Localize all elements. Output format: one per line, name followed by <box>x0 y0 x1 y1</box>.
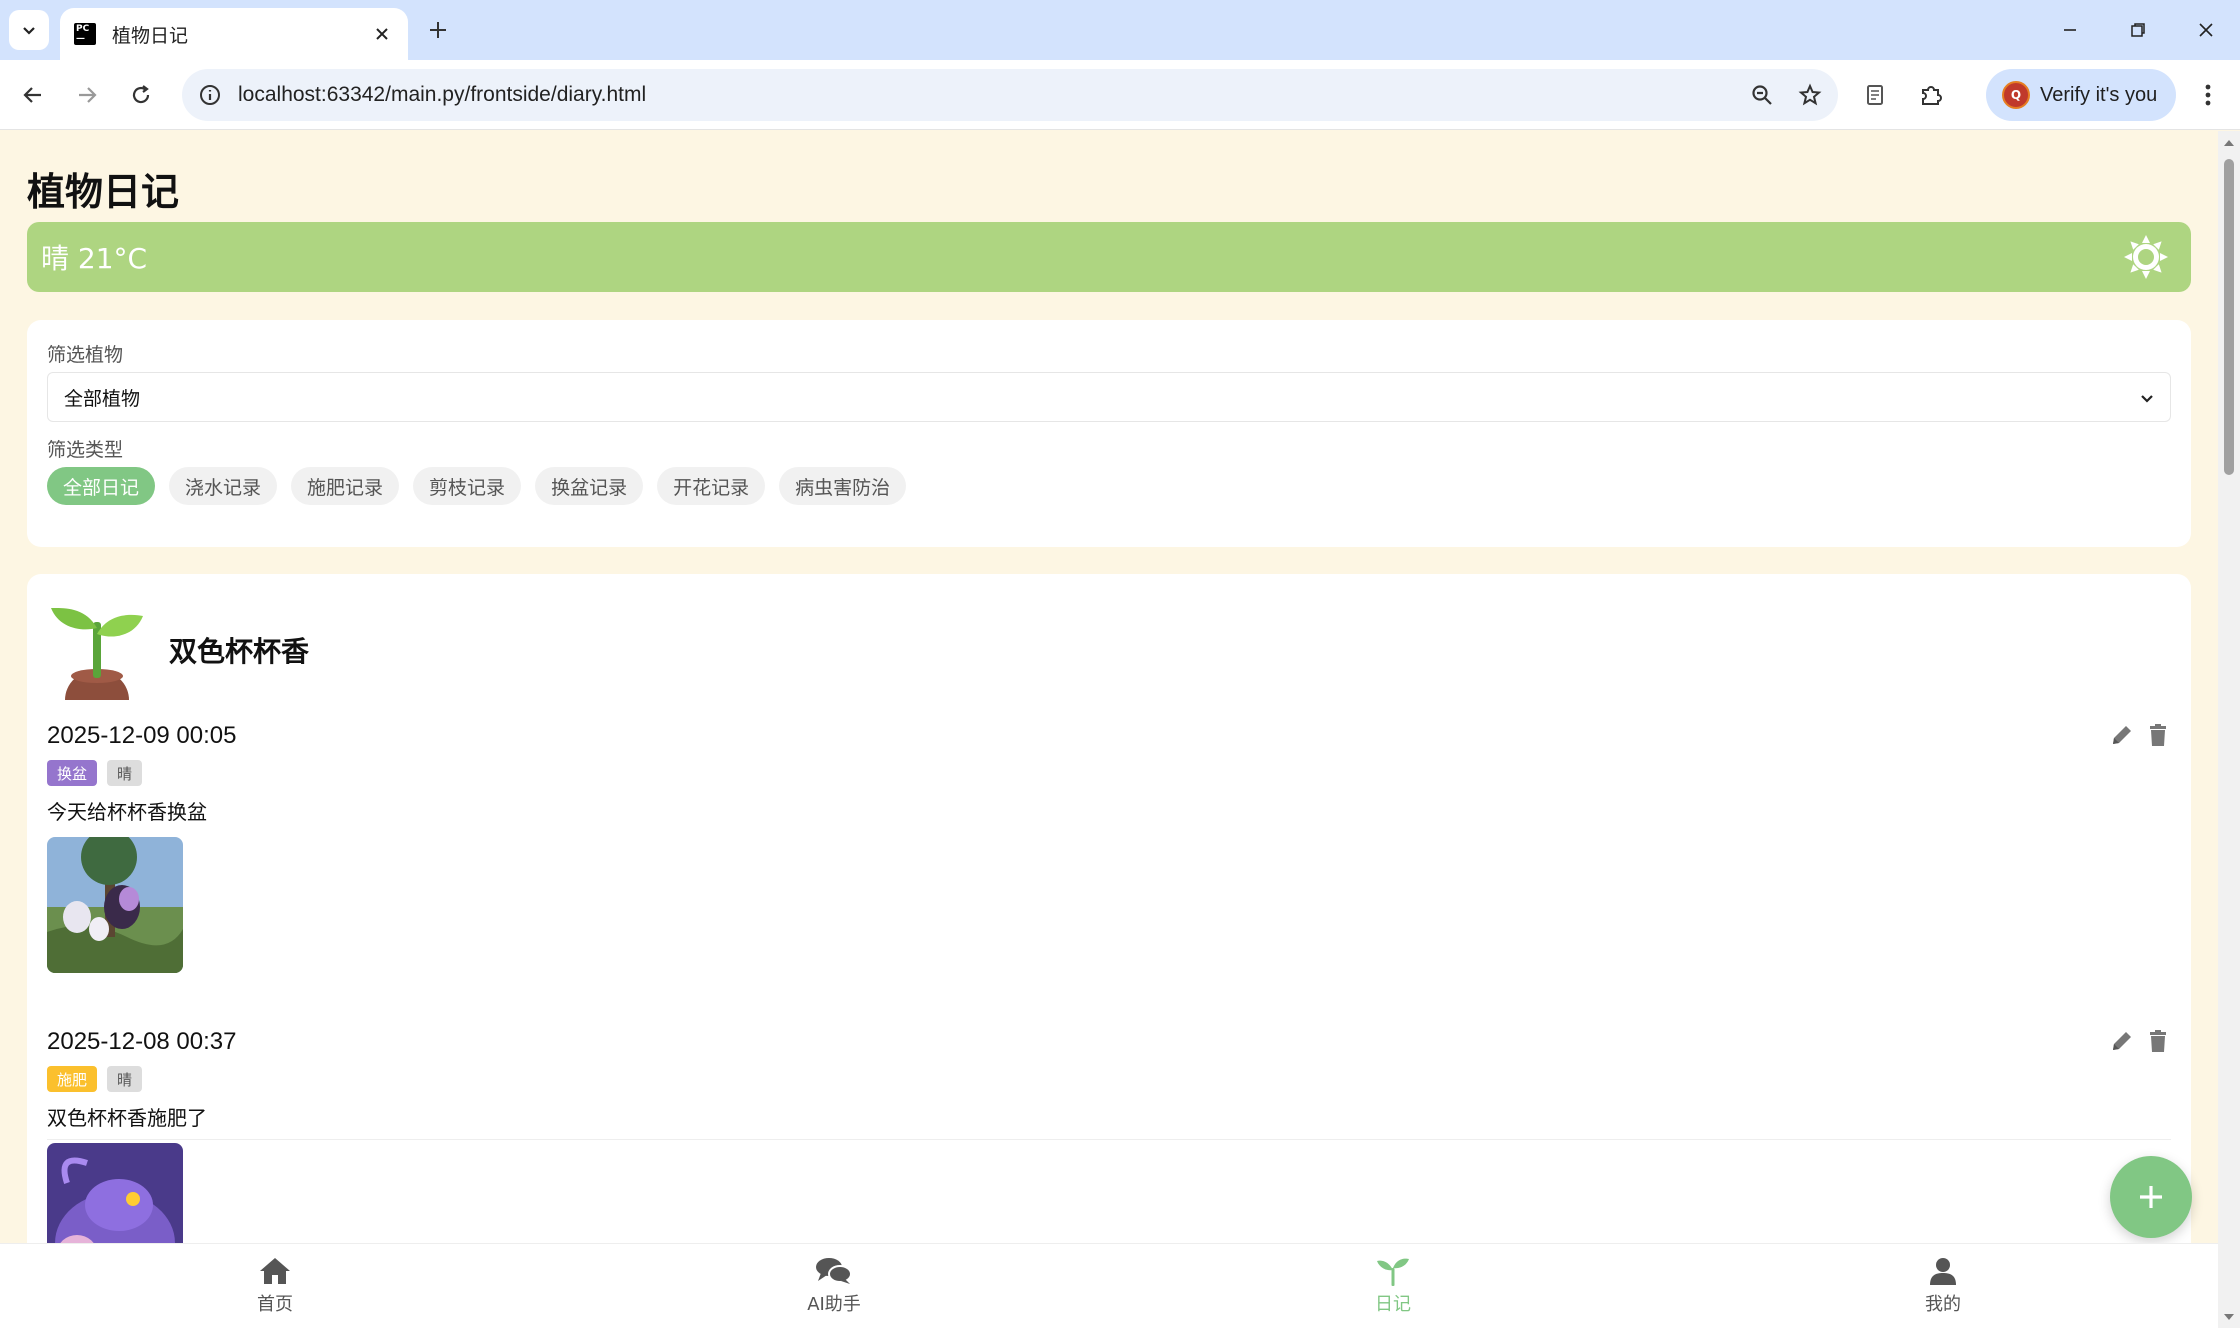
nav-profile[interactable]: 我的 <box>1883 1256 2003 1316</box>
entry-actions <box>2109 1028 2171 1054</box>
plant-avatar-sprout-icon <box>51 607 143 700</box>
chat-icon <box>816 1258 852 1284</box>
restore-button[interactable] <box>2118 12 2158 48</box>
browser-menu-button[interactable] <box>2192 74 2224 116</box>
diary-entry: 2025-12-08 00:37 施肥 晴 双色杯杯香施肥了 <box>47 1028 2171 1279</box>
scroll-up-arrow-icon[interactable] <box>2223 137 2235 149</box>
minimize-icon <box>2064 29 2076 31</box>
entry-date: 2025-12-08 00:37 <box>47 1028 237 1055</box>
tab-close-button[interactable] <box>370 22 394 46</box>
verify-profile-button[interactable]: Q Verify it's you <box>1986 69 2176 121</box>
chip-watering[interactable]: 浇水记录 <box>169 467 278 505</box>
chevron-down-icon <box>2141 395 2153 403</box>
zoom-icon[interactable] <box>1742 75 1782 115</box>
scroll-thumb[interactable] <box>2224 159 2234 475</box>
puzzle-icon <box>1922 86 1942 105</box>
browser-toolbar: localhost:63342/main.py/frontside/diary.… <box>0 60 2240 130</box>
filter-card: 筛选植物 全部植物 筛选类型 全部日记 浇水记录 施肥记录 剪枝记录 换盆记录 … <box>27 320 2191 547</box>
edit-pencil-icon[interactable] <box>2109 1028 2135 1054</box>
chip-pruning[interactable]: 剪枝记录 <box>413 467 522 505</box>
plant-name: 双色杯杯香 <box>169 635 310 668</box>
chip-repotting[interactable]: 换盆记录 <box>535 467 644 505</box>
url-text[interactable]: localhost:63342/main.py/frontside/diary.… <box>238 83 1742 107</box>
chip-all[interactable]: 全部日记 <box>47 467 156 505</box>
nav-home[interactable]: 首页 <box>215 1256 335 1316</box>
scroll-down-arrow-icon[interactable] <box>2223 1311 2235 1323</box>
browser-tab[interactable]: PC — 植物日记 <box>60 8 408 60</box>
page-content: 植物日记 晴 21°C 筛选植物 全部植物 筛选类型 全部日记 浇水记录 施肥记… <box>0 131 2218 1328</box>
entry-content: 双色杯杯香施肥了 <box>47 1106 207 1130</box>
delete-trash-icon[interactable] <box>2145 1028 2171 1054</box>
entry-content: 今天给杯杯香换盆 <box>47 800 207 824</box>
nav-label: 首页 <box>257 1294 293 1315</box>
minimize-button[interactable] <box>2050 12 2090 48</box>
arrow-right-icon <box>79 87 97 103</box>
tab-search-button[interactable] <box>9 10 49 50</box>
plant-select-value: 全部植物 <box>64 387 141 410</box>
reload-icon <box>132 85 150 104</box>
edit-pencil-icon[interactable] <box>2109 722 2135 748</box>
document-icon <box>1867 85 1883 105</box>
home-icon <box>260 1258 290 1284</box>
add-diary-button[interactable] <box>2110 1156 2192 1238</box>
user-icon <box>1930 1258 1956 1285</box>
entry-type-tag: 施肥 <box>47 1066 98 1092</box>
nav-ai-assistant[interactable]: AI助手 <box>774 1256 894 1316</box>
type-filter-chips: 全部日记 浇水记录 施肥记录 剪枝记录 换盆记录 开花记录 病虫害防治 <box>47 467 907 505</box>
entry-weather-tag: 晴 <box>107 1066 143 1092</box>
chip-fertilizing[interactable]: 施肥记录 <box>291 467 400 505</box>
sun-icon <box>2124 235 2168 279</box>
browser-tabbar: PC — 植物日记 <box>0 0 2240 60</box>
entry-type-tag: 换盆 <box>47 760 98 786</box>
chip-flowering[interactable]: 开花记录 <box>657 467 766 505</box>
verify-label: Verify it's you <box>2040 83 2158 106</box>
arrow-left-icon <box>23 87 41 103</box>
diary-entry: 2025-12-09 00:05 换盆 晴 今天给杯杯香换盆 <box>47 722 2171 973</box>
type-filter-label: 筛选类型 <box>47 439 124 461</box>
plant-header: 双色杯杯香 <box>47 600 309 700</box>
chip-pest-control[interactable]: 病虫害防治 <box>779 467 907 505</box>
forward-button[interactable] <box>66 74 108 116</box>
reading-mode-button[interactable] <box>1854 74 1896 116</box>
weather-bar: 晴 21°C <box>27 222 2191 292</box>
sprout-icon <box>1377 1258 1409 1286</box>
more-vertical-icon <box>2205 84 2211 106</box>
nav-label: 我的 <box>1925 1294 1961 1315</box>
plus-icon <box>430 22 446 38</box>
profile-avatar: Q <box>2002 81 2030 109</box>
extensions-button[interactable] <box>1910 74 1952 116</box>
address-bar[interactable]: localhost:63342/main.py/frontside/diary.… <box>182 69 1838 121</box>
plant-diary-card: 双色杯杯香 2025-12-09 00:05 换盆 晴 今天给杯杯香换盆 202… <box>27 574 2191 1328</box>
bottom-nav: 首页 AI助手 日记 我的 <box>0 1243 2218 1328</box>
nav-label: AI助手 <box>807 1294 861 1315</box>
page-title: 植物日记 <box>27 170 180 214</box>
restore-icon <box>2131 23 2145 37</box>
plant-select[interactable]: 全部植物 <box>47 372 2171 422</box>
close-icon <box>376 28 388 40</box>
nav-label: 日记 <box>1375 1294 1411 1315</box>
window-close-button[interactable] <box>2186 12 2226 48</box>
plant-filter-label: 筛选植物 <box>47 344 124 366</box>
tab-title: 植物日记 <box>112 24 189 47</box>
nav-diary[interactable]: 日记 <box>1333 1256 1453 1316</box>
new-tab-button[interactable] <box>422 14 454 46</box>
entry-photo[interactable] <box>47 837 183 973</box>
reload-button[interactable] <box>120 74 162 116</box>
weather-text: 晴 21°C <box>41 242 148 275</box>
entry-weather-tag: 晴 <box>107 760 143 786</box>
entry-actions <box>2109 722 2171 748</box>
bookmark-star-icon[interactable] <box>1790 75 1830 115</box>
pycharm-icon: PC — <box>74 23 96 45</box>
close-icon <box>2199 23 2213 37</box>
entry-tags: 施肥 晴 <box>47 1066 2171 1092</box>
delete-trash-icon[interactable] <box>2145 722 2171 748</box>
plus-icon <box>2140 1186 2162 1208</box>
entry-tags: 换盆 晴 <box>47 760 2171 786</box>
site-info-icon[interactable] <box>196 81 224 109</box>
page-scrollbar[interactable] <box>2218 131 2240 1328</box>
chevron-down-icon <box>23 27 35 35</box>
entry-date: 2025-12-09 00:05 <box>47 722 237 749</box>
back-button[interactable] <box>12 74 54 116</box>
